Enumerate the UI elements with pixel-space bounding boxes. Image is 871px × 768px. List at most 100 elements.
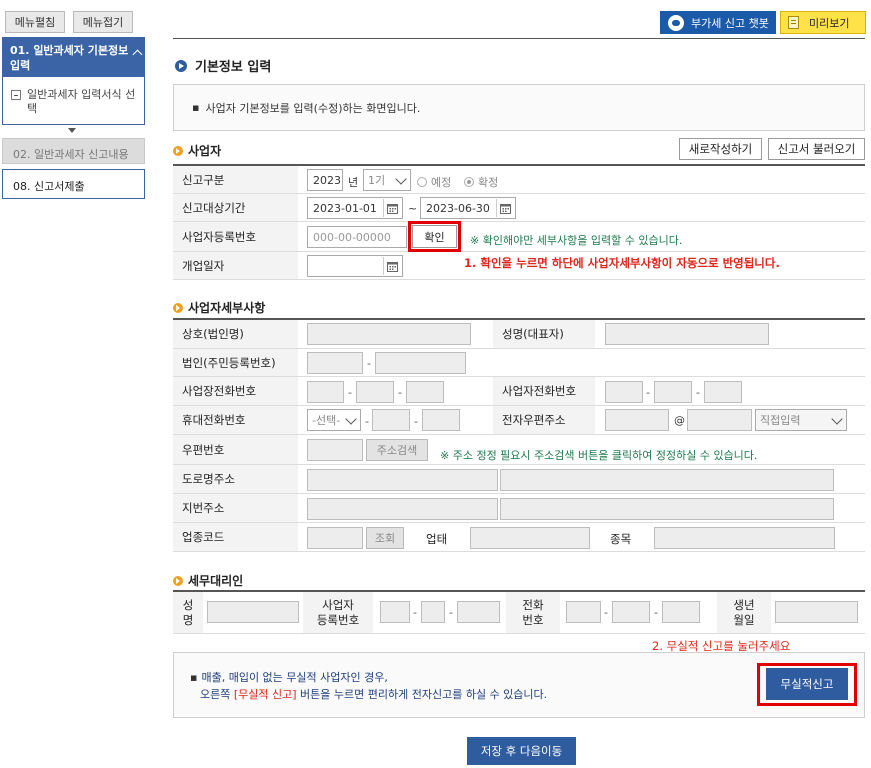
- radio-planned[interactable]: 예정: [417, 174, 451, 190]
- rep-input[interactable]: [605, 323, 769, 345]
- load-report-button[interactable]: 신고서 불러오기: [768, 138, 865, 160]
- address-search-button[interactable]: 주소검색: [366, 439, 428, 461]
- business-section-title: 사업자: [173, 142, 221, 159]
- agent-phone-1[interactable]: [566, 601, 601, 623]
- term-select[interactable]: 1기: [363, 169, 411, 191]
- mobile-3[interactable]: [422, 409, 460, 431]
- agent-birth-input[interactable]: [775, 601, 858, 623]
- phone-row: 사업장전화번호 사업자전화번호: [173, 377, 865, 406]
- period-end-input[interactable]: 2023-06-30: [420, 197, 516, 219]
- radio-checked-icon: [464, 177, 474, 187]
- email-domain-select[interactable]: 직접입력: [755, 409, 847, 431]
- corp-no-label: 법인(주민등록번호): [173, 349, 298, 376]
- preview-button[interactable]: 미리보기: [780, 11, 866, 34]
- owner-phone-3[interactable]: [704, 381, 742, 403]
- calendar-icon[interactable]: [496, 199, 514, 217]
- details-section-title: 사업자세부사항: [173, 299, 265, 316]
- agent-phone-3[interactable]: [662, 601, 700, 623]
- term-select-value: 1기: [368, 174, 386, 187]
- document-icon: [788, 16, 799, 29]
- business-type-input[interactable]: [470, 527, 590, 549]
- dash: -: [413, 606, 417, 619]
- lookup-button[interactable]: 조회: [366, 527, 404, 549]
- sidebar-item-input-form: 일반과세자 입력서식 선택: [27, 88, 136, 115]
- road-address-input-1[interactable]: [307, 469, 498, 491]
- reg-number-label: 사업자등록번호: [173, 222, 298, 251]
- biz-phone-1[interactable]: [307, 381, 344, 403]
- chatbot-button[interactable]: 부가세 신고 챗봇: [660, 11, 776, 34]
- sidebar-step-1[interactable]: 01. 일반과세자 기본정보 입력: [2, 37, 145, 77]
- collapse-all-button[interactable]: 메뉴접기: [73, 11, 133, 33]
- agent-birth-label-2: 월일: [733, 612, 755, 627]
- radio-planned-label: 예정: [431, 176, 452, 189]
- top-divider: [173, 38, 865, 39]
- chevron-down-icon: [395, 173, 407, 185]
- zip-label: 우편번호: [173, 435, 298, 464]
- lot-address-input-1[interactable]: [307, 498, 498, 520]
- page-title: 기본정보 입력: [175, 56, 271, 75]
- open-date-input[interactable]: [307, 255, 403, 277]
- mobile-2[interactable]: [372, 409, 410, 431]
- no-performance-button[interactable]: 무실적신고: [766, 668, 848, 700]
- dash: -: [367, 357, 371, 370]
- expand-all-button[interactable]: 메뉴펼침: [5, 11, 65, 33]
- industry-code-input[interactable]: [307, 527, 363, 549]
- chevron-up-icon: [132, 49, 143, 60]
- item-input[interactable]: [654, 527, 835, 549]
- agent-phone-2[interactable]: [612, 601, 650, 623]
- agent-birth-label-1: 생년: [733, 597, 755, 612]
- mobile-prefix-select[interactable]: -선택-: [307, 409, 361, 431]
- lot-address-input-2[interactable]: [500, 498, 834, 520]
- agent-name-input[interactable]: [207, 601, 299, 623]
- confirm-button[interactable]: 확인: [412, 225, 457, 248]
- title-bullet-icon: [175, 59, 187, 72]
- owner-phone-2[interactable]: [654, 381, 692, 403]
- company-input[interactable]: [307, 323, 471, 345]
- chevron-down-icon: [345, 413, 357, 425]
- zip-input[interactable]: [307, 439, 363, 461]
- sidebar-step-1-sub[interactable]: 일반과세자 입력서식 선택: [2, 77, 145, 125]
- calendar-icon[interactable]: [383, 199, 401, 217]
- calendar-icon[interactable]: [383, 257, 401, 275]
- no-performance-info-text: ▪ 매출, 매입이 없는 무실적 사업자인 경우, 오른쪽 [무실적 신고] 버튼…: [190, 669, 547, 703]
- year-input[interactable]: 2023: [307, 169, 343, 191]
- agent-reg-3[interactable]: [457, 601, 500, 623]
- email-domain-select-value: 직접입력: [760, 414, 801, 427]
- section-bullet-icon: [173, 145, 183, 156]
- agent-reg-label-1: 사업자: [322, 597, 354, 612]
- radio-final-label: 확정: [478, 176, 499, 189]
- email-at: @: [674, 414, 685, 427]
- biz-phone-2[interactable]: [356, 381, 394, 403]
- arrow-down-icon: [68, 128, 76, 133]
- biz-phone-3[interactable]: [406, 381, 444, 403]
- corp-no-input-1[interactable]: [307, 352, 363, 374]
- save-next-button[interactable]: 저장 후 다음이동: [467, 737, 576, 765]
- corp-no-input-2[interactable]: [375, 352, 466, 374]
- agent-phone-label: 전화 번호: [506, 592, 560, 633]
- mobile-select-value: -선택-: [312, 414, 341, 427]
- sidebar-step-2[interactable]: 02. 일반과세자 신고내용: [2, 138, 145, 164]
- agent-reg-1[interactable]: [380, 601, 410, 623]
- dash: -: [348, 386, 352, 399]
- period-start-input[interactable]: 2023-01-01: [307, 197, 403, 219]
- reg-number-input[interactable]: 000-00-00000: [307, 226, 407, 248]
- email-id-input[interactable]: [605, 409, 669, 431]
- road-address-label: 도로명주소: [173, 465, 298, 493]
- email-domain-input[interactable]: [687, 409, 752, 431]
- business-type-label: 업태: [426, 532, 448, 546]
- radio-icon: [417, 177, 427, 187]
- period-end-value: 2023-06-30: [426, 201, 490, 215]
- road-address-input-2[interactable]: [500, 469, 834, 491]
- radio-final[interactable]: 확정: [464, 174, 498, 190]
- new-write-button[interactable]: 새로작성하기: [679, 138, 762, 160]
- dash: -: [696, 386, 700, 399]
- dash: -: [398, 386, 402, 399]
- year-unit: 년: [348, 176, 359, 189]
- sidebar-step-3[interactable]: 08. 신고서제출: [2, 169, 145, 199]
- corp-no-row: 법인(주민등록번호): [173, 349, 865, 377]
- email-label: 전자우편주소: [493, 406, 595, 434]
- owner-phone-1[interactable]: [605, 381, 643, 403]
- dash: -: [654, 606, 658, 619]
- company-label: 상호(법인명): [173, 320, 298, 348]
- agent-reg-2[interactable]: [421, 601, 445, 623]
